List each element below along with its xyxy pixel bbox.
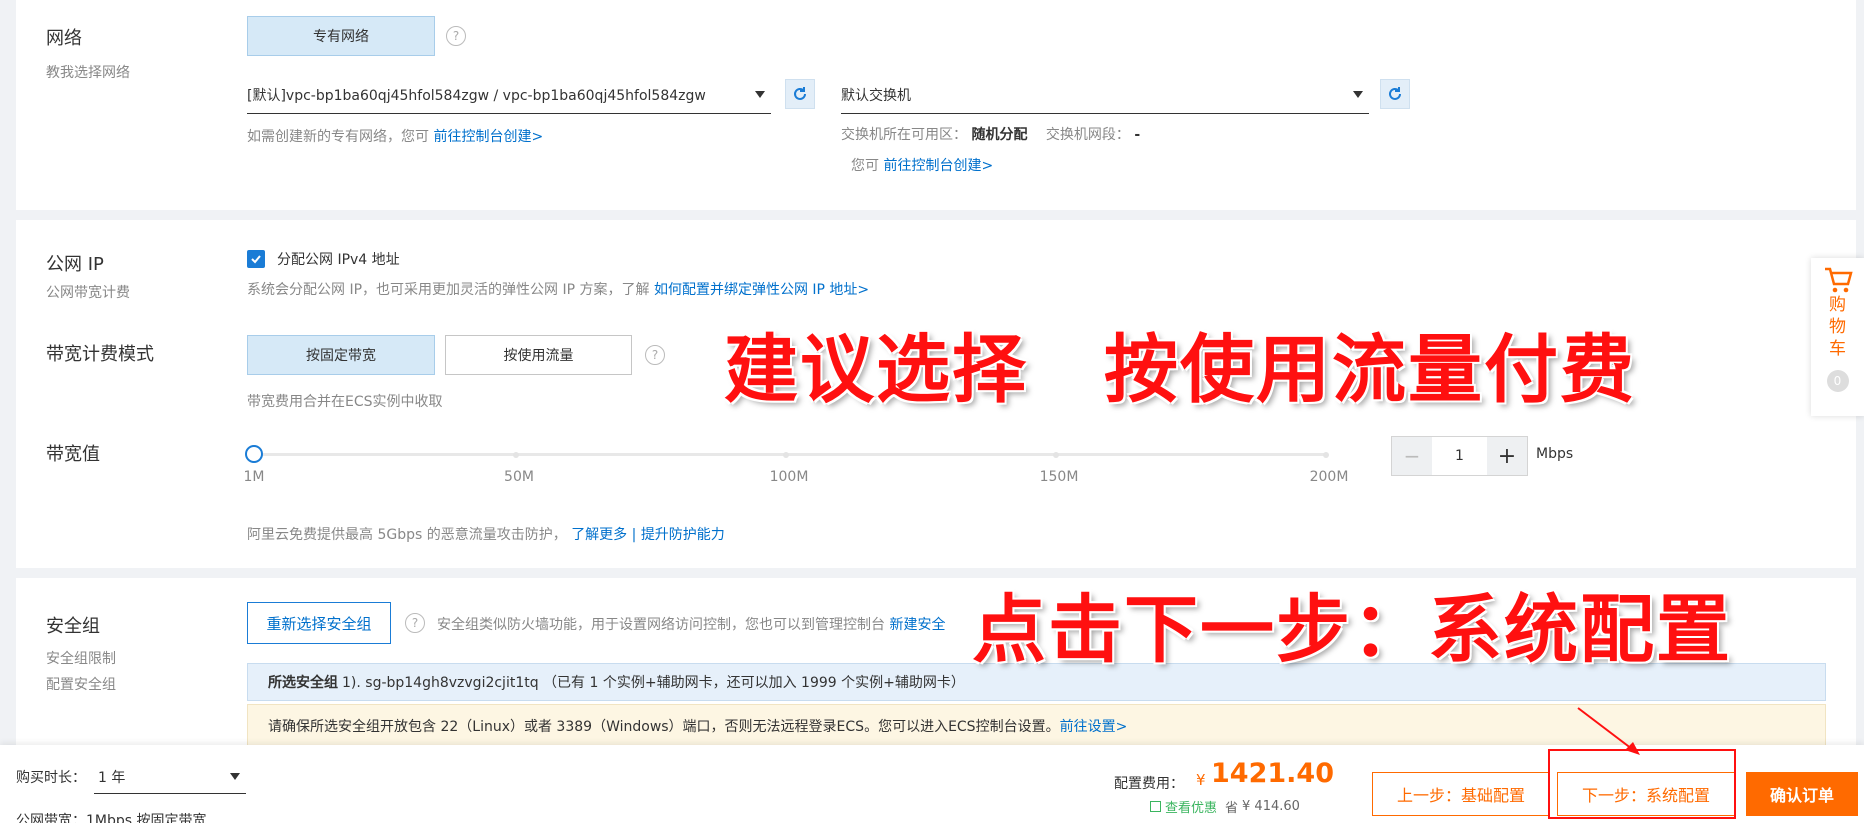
vswitch-create-link[interactable]: 前往控制台创建> [883, 158, 993, 174]
duration-label: 购买时长： [16, 770, 86, 786]
billing-traffic-button[interactable]: 按使用流量 [445, 335, 632, 375]
vswitch-zone-value: 随机分配 [971, 127, 1028, 143]
network-help-link[interactable]: 教我选择网络 [46, 62, 130, 82]
gift-icon [1150, 801, 1161, 812]
create-security-group-link[interactable]: 新建安全 [889, 617, 945, 633]
bandwidth-title: 带宽值 [46, 444, 100, 465]
cart-label-3: 车 [1829, 339, 1846, 359]
security-desc-text: 安全组类似防火墙功能，用于设置网络访问控制，您也可以到管理控制台 [437, 617, 885, 633]
reselect-security-group-button[interactable]: 重新选择安全组 [247, 602, 391, 644]
bandwidth-slider-track[interactable] [254, 453, 1328, 456]
security-limit-link[interactable]: 安全组限制 [46, 648, 116, 668]
public-ip-title: 公网 IP [46, 254, 104, 275]
billing-mode-title: 带宽计费模式 [46, 344, 154, 365]
vswitch-refresh-icon[interactable] [1380, 79, 1410, 109]
overlay-annotation-top: 建议选择 按使用流量付费 [724, 327, 1636, 413]
increment-button[interactable]: + [1487, 437, 1527, 475]
bandwidth-summary: 公网带宽：1Mbps 按固定带宽 [16, 813, 207, 823]
selected-security-group-value: 1). sg-bp14gh8vzvgi2cjit1tq （已有 1 个实例+辅助… [342, 675, 965, 691]
bandwidth-unit: Mbps [1536, 446, 1574, 462]
ddos-text: 阿里云免费提供最高 5Gbps 的恶意流量攻击防护， [247, 527, 567, 543]
checkbox-checked-icon[interactable] [247, 250, 265, 268]
public-ip-desc-text: 系统会分配公网 IP，也可采用更加灵活的弹性公网 IP 方案，了解 [247, 282, 650, 298]
public-ip-subtitle: 公网带宽计费 [46, 285, 130, 301]
network-title: 网络 [46, 28, 82, 49]
tick-label-100m: 100M [769, 469, 809, 485]
vswitch-info: 交换机所在可用区： 随机分配 交换机网段： - [841, 124, 1140, 144]
billing-note: 带宽费用合并在ECS实例中收取 [247, 394, 443, 410]
bandwidth-stepper: − 1 + [1391, 436, 1528, 476]
fee-label: 配置费用： [1114, 776, 1184, 792]
security-help-icon[interactable]: ? [405, 613, 425, 633]
billing-fixed-button[interactable]: 按固定带宽 [247, 335, 435, 375]
vpc-type-button[interactable]: 专有网络 [247, 16, 435, 56]
fee-currency: ¥ [1196, 771, 1206, 789]
vswitch-select-value: 默认交换机 [841, 87, 911, 104]
assign-ipv4-checkbox-row[interactable]: 分配公网 IPv4 地址 [247, 249, 400, 269]
vpc-create-link[interactable]: 前往控制台创建> [433, 129, 543, 145]
cart-icon [1824, 267, 1853, 293]
security-desc: 安全组类似防火墙功能，用于设置网络访问控制，您也可以到管理控制台 新建安全 [437, 614, 945, 634]
eip-guide-link[interactable]: 如何配置并绑定弹性公网 IP 地址> [654, 282, 869, 298]
assign-ipv4-label: 分配公网 IPv4 地址 [277, 252, 400, 268]
vpc-help-icon[interactable]: ? [446, 26, 466, 46]
ddos-learn-more-link[interactable]: 了解更多 [571, 527, 627, 543]
fee-value: 1421.40 [1211, 758, 1334, 789]
vswitch-zone-label: 交换机所在可用区： [841, 127, 967, 143]
annotation-arrow-icon [1577, 707, 1640, 755]
port-warning-text: 请确保所选安全组开放包含 22（Linux）或者 3389（Windows）端口… [268, 719, 1060, 735]
selected-security-group-label: 所选安全组 [268, 675, 338, 691]
vpc-select-value: [默认]vpc-bp1ba60qj45hfol584zgw / vpc-bp1b… [247, 87, 706, 104]
ddos-info: 阿里云免费提供最高 5Gbps 的恶意流量攻击防护， 了解更多 | 提升防护能力 [247, 524, 725, 544]
slider-tick [1323, 452, 1329, 458]
cart-count-badge: 0 [1826, 370, 1849, 392]
save-value: ¥ 414.60 [1242, 799, 1300, 814]
prev-step-button[interactable]: 上一步：基础配置 [1372, 772, 1550, 816]
decrement-button[interactable]: − [1392, 437, 1432, 475]
tick-label-1m: 1M [243, 469, 265, 485]
save-label: 省 [1225, 801, 1239, 816]
tick-label-50m: 50M [504, 469, 534, 485]
discount-row: 查看优惠 省 ¥ 414.60 [1150, 797, 1300, 816]
ddos-separator: | [631, 527, 637, 543]
duration-select[interactable]: 1 年 [94, 760, 246, 794]
slider-tick [783, 452, 789, 458]
bandwidth-value-input[interactable]: 1 [1432, 437, 1487, 475]
cart-label-1: 购 [1829, 295, 1846, 315]
ddos-upgrade-link[interactable]: 提升防护能力 [641, 527, 725, 543]
discount-link[interactable]: 查看优惠 [1165, 797, 1217, 816]
port-settings-link[interactable]: 前往设置> [1060, 716, 1128, 736]
vswitch-select[interactable]: 默认交换机 [841, 76, 1369, 114]
bandwidth-slider-handle[interactable] [245, 445, 263, 463]
vswitch-hint: 您可 前往控制台创建> [851, 155, 993, 175]
tick-label-150m: 150M [1039, 469, 1079, 485]
vswitch-cidr-label: 交换机网段： [1045, 127, 1130, 143]
security-title: 安全组 [46, 616, 100, 637]
duration-select-value: 1 年 [98, 769, 126, 786]
security-config-link[interactable]: 配置安全组 [46, 674, 116, 694]
tick-label-200m: 200M [1309, 469, 1349, 485]
overlay-annotation-bottom: 点击下一步：系统配置 [972, 587, 1732, 673]
vpc-hint-text: 如需创建新的专有网络，您可 [247, 129, 429, 145]
confirm-order-button[interactable]: 确认订单 [1746, 772, 1858, 816]
vswitch-hint-text: 您可 [851, 158, 879, 174]
billing-help-icon[interactable]: ? [645, 345, 665, 365]
slider-tick [513, 452, 519, 458]
cart-label-2: 物 [1829, 317, 1846, 337]
chevron-down-icon [230, 773, 240, 780]
chevron-down-icon [755, 91, 765, 98]
shopping-cart-widget[interactable]: 购 物 车 0 [1811, 258, 1864, 416]
vpc-hint: 如需创建新的专有网络，您可 前往控制台创建> [247, 126, 543, 146]
public-ip-desc: 系统会分配公网 IP，也可采用更加灵活的弹性公网 IP 方案，了解 如何配置并绑… [247, 279, 869, 299]
vswitch-cidr-value: - [1134, 127, 1141, 143]
vpc-refresh-icon[interactable] [785, 79, 815, 109]
chevron-down-icon [1353, 91, 1363, 98]
slider-tick [1053, 452, 1059, 458]
vpc-select[interactable]: [默认]vpc-bp1ba60qj45hfol584zgw / vpc-bp1b… [247, 76, 771, 114]
